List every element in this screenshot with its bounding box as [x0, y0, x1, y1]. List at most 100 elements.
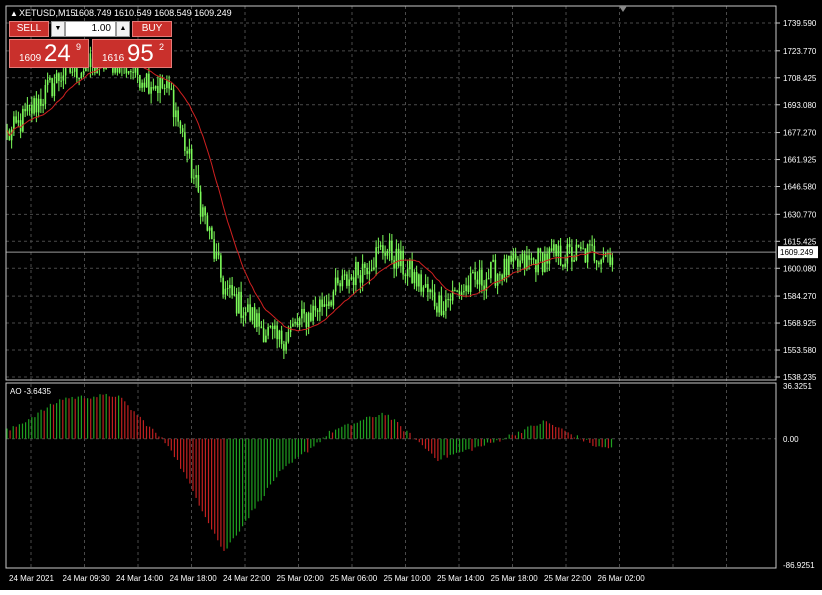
candle-body [276, 325, 278, 340]
candle-body [310, 312, 312, 321]
chart-ohlc-label: 1608.749 1610.549 1608.549 1609.249 [74, 8, 232, 18]
candle-body [181, 128, 184, 133]
chart-symbol-arrow-icon[interactable]: ▲ [10, 9, 18, 18]
candle-body [510, 255, 512, 262]
candle-body [332, 291, 335, 306]
candle-body [325, 304, 328, 306]
candle-body [537, 248, 539, 273]
sell-price-box[interactable]: 1609 24 9 [9, 39, 89, 68]
candle-body [577, 244, 580, 247]
candle-body [440, 295, 443, 315]
candle-body [179, 121, 182, 129]
candle-body [476, 279, 479, 285]
candle-body [213, 239, 215, 259]
candle-body [571, 247, 573, 262]
candle-body [375, 247, 377, 268]
candle-body [307, 312, 310, 328]
main-y-tick-label: 1600.080 [783, 264, 817, 273]
candle-body [312, 305, 314, 321]
candle-body [343, 274, 346, 276]
candle-body [283, 344, 285, 351]
buy-price-box[interactable]: 1616 95 2 [92, 39, 172, 68]
lot-decrease-icon[interactable]: ▼ [51, 21, 65, 37]
candle-body [334, 277, 337, 292]
candle-body [454, 289, 456, 291]
candle-body [202, 207, 204, 217]
main-y-tick-label: 1630.770 [783, 210, 817, 219]
candle-body [449, 299, 452, 301]
candle-body [368, 271, 371, 275]
candle-body [285, 341, 287, 351]
candle-body [53, 83, 56, 97]
candle-body [562, 264, 564, 267]
main-y-tick-label: 1708.425 [783, 74, 817, 83]
lot-increase-icon[interactable]: ▲ [116, 21, 130, 37]
candle-body [260, 326, 263, 329]
sell-button[interactable]: SELL [9, 21, 49, 37]
one-click-trading-panel: SELL ▼ 1.00 ▲ BUY 1609 24 9 1616 95 2 [9, 21, 172, 68]
candle-body [159, 77, 161, 93]
candle-body [584, 248, 587, 263]
candle-body [323, 304, 326, 307]
candle-body [157, 86, 159, 93]
x-tick-label: 25 Mar 10:00 [384, 574, 432, 583]
candle-body [269, 325, 272, 328]
candle-body [244, 312, 247, 316]
candle-body [481, 269, 483, 286]
x-tick-label: 24 Mar 2021 [9, 574, 54, 583]
candle-body [330, 301, 332, 306]
candle-body [280, 330, 283, 345]
candle-body [265, 335, 267, 343]
candle-body [127, 71, 130, 74]
candle-body [271, 325, 274, 330]
candle-body [422, 287, 425, 292]
candle-body [141, 82, 143, 88]
x-tick-label: 24 Mar 09:30 [63, 574, 111, 583]
candle-body [379, 245, 382, 247]
buy-button[interactable]: BUY [132, 21, 172, 37]
candle-body [328, 301, 330, 306]
candle-body [559, 245, 562, 265]
main-y-tick-label: 1584.270 [783, 292, 817, 301]
candle-body [186, 150, 188, 154]
candle-body [352, 277, 355, 286]
candle-body [357, 261, 359, 276]
candle-body [44, 85, 47, 104]
candle-body [24, 108, 26, 112]
candle-body [539, 248, 542, 253]
candle-body [519, 260, 521, 267]
lot-size-input[interactable]: 1.00 [65, 21, 116, 37]
candle-body [42, 103, 44, 106]
candle-body [456, 290, 458, 292]
candle-body [593, 245, 596, 261]
candle-body [514, 253, 517, 259]
candle-body [382, 245, 384, 253]
main-y-tick-label: 1538.235 [783, 373, 817, 382]
candle-body [469, 273, 472, 292]
candle-body [467, 285, 470, 292]
candle-body [397, 248, 400, 267]
candle-body [235, 294, 238, 314]
candle-body [424, 284, 427, 288]
buy-price-fraction: 2 [159, 42, 165, 52]
candle-body [568, 244, 571, 248]
candle-body [166, 80, 168, 88]
candle-body [15, 116, 17, 123]
chart-svg[interactable]: 1739.590 1723.770 1708.425 1693.080 1677.270… [0, 0, 822, 590]
candle-body [193, 177, 195, 179]
candle-body [287, 331, 290, 342]
candle-body [130, 71, 132, 73]
candle-body [400, 250, 402, 267]
candle-body [247, 304, 249, 313]
main-y-tick-label: 1739.590 [783, 19, 817, 28]
candle-body [13, 116, 15, 130]
x-tick-label: 25 Mar 22:00 [544, 574, 592, 583]
candle-body [71, 71, 74, 73]
candle-body [28, 104, 31, 106]
candle-body [557, 245, 560, 257]
candle-body [413, 272, 416, 284]
candle-body [58, 73, 60, 81]
candle-body [463, 291, 465, 293]
candle-body [292, 323, 294, 327]
candle-body [298, 318, 301, 326]
